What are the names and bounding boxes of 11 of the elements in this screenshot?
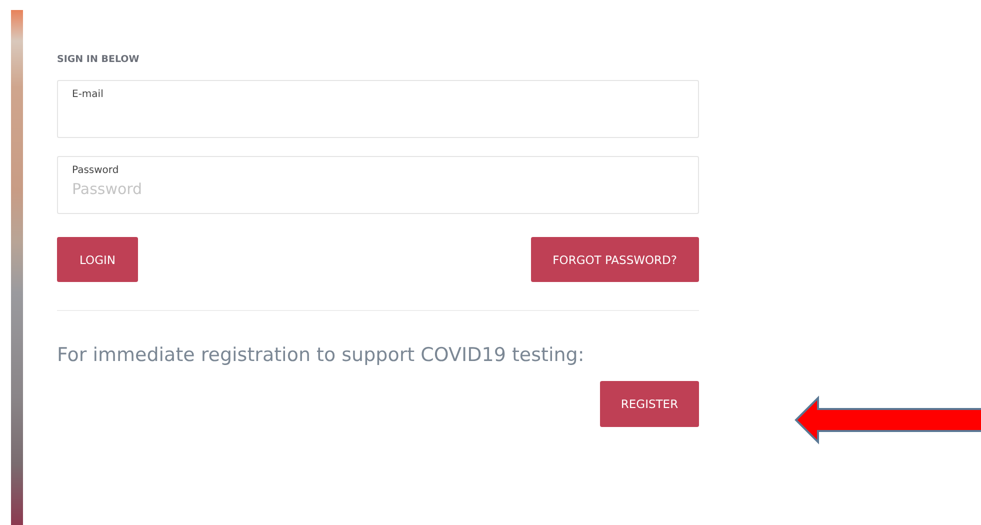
arrow-icon	[794, 393, 981, 447]
field-label: Password	[72, 165, 120, 176]
section-heading: SIGN IN BELOW	[57, 54, 140, 65]
text-input[interactable]: Password	[72, 180, 684, 198]
field-label: E-mail	[72, 89, 104, 100]
forgot-password-button[interactable]: FORGOT PASSWORD?	[530, 237, 699, 282]
registration-text: For immediate registration to support COVID19 testing:	[57, 344, 586, 366]
input-field[interactable]: Password Password	[57, 156, 699, 214]
input-field[interactable]: E-mail	[57, 80, 699, 138]
register-button[interactable]: REGISTER	[600, 381, 699, 427]
login-button[interactable]: LOGIN	[57, 237, 138, 282]
